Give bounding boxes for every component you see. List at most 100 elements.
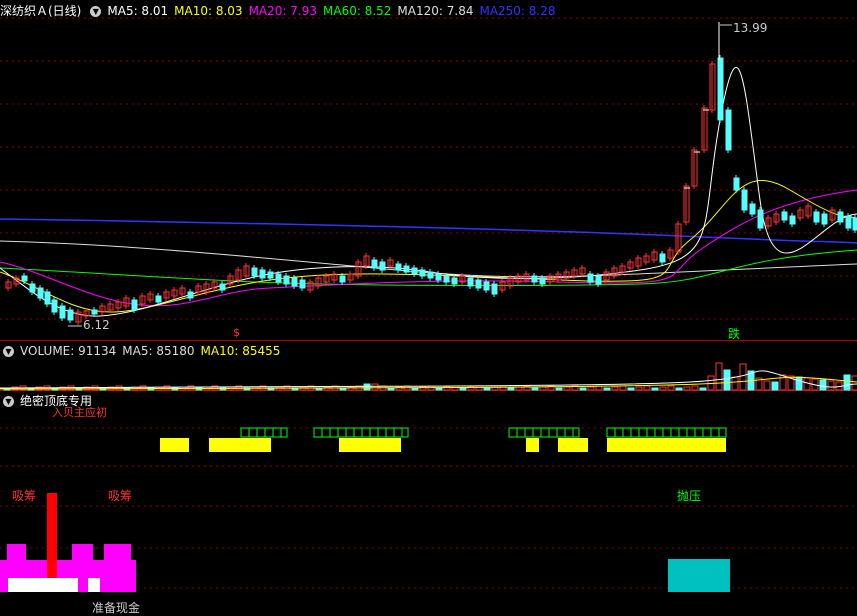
volume-bar xyxy=(627,387,635,391)
candlestick xyxy=(717,57,724,121)
ma250-line xyxy=(0,218,857,244)
volume-bar xyxy=(651,387,659,391)
candlestick xyxy=(443,275,450,283)
candlestick xyxy=(283,275,290,285)
pressure-label: 抛压 xyxy=(677,489,702,503)
volume-bar xyxy=(435,387,443,391)
volume-bar xyxy=(731,376,739,391)
chart-canvas[interactable] xyxy=(0,0,857,615)
volume-bar xyxy=(691,385,699,391)
volume-bar xyxy=(531,387,539,391)
yellow-signal-block xyxy=(607,438,726,452)
volume-bar xyxy=(723,369,731,391)
volume-bar xyxy=(363,383,371,391)
volume-bar xyxy=(611,386,619,391)
ma10-line xyxy=(0,180,857,313)
absorb-bar xyxy=(104,544,131,560)
candlestick xyxy=(435,273,442,281)
candlestick xyxy=(59,305,66,319)
candlestick xyxy=(733,177,740,191)
yellow-signal-block xyxy=(209,438,271,452)
green-signal-block xyxy=(508,427,580,438)
ma5-line xyxy=(0,66,857,317)
volume-bar xyxy=(387,387,395,391)
candlestick xyxy=(595,275,602,285)
candlestick xyxy=(37,287,44,299)
candlestick xyxy=(749,203,756,215)
volume-bar xyxy=(715,362,723,391)
candlestick xyxy=(371,259,378,269)
candlestick xyxy=(475,279,482,289)
absorb-white-block xyxy=(88,578,100,592)
green-signal-block xyxy=(606,427,727,438)
candlestick xyxy=(427,271,434,279)
volume-bar xyxy=(771,381,779,391)
candlestick xyxy=(587,273,594,283)
absorb-label: 吸筹 xyxy=(108,489,133,503)
volume-bar xyxy=(115,385,123,391)
volume-bar xyxy=(763,380,771,391)
volume-bar xyxy=(459,387,467,391)
volume-bar xyxy=(827,380,835,391)
volume-bar xyxy=(507,387,515,391)
candlestick xyxy=(467,277,474,287)
volume-bar xyxy=(539,386,547,391)
absorb-white-block xyxy=(8,578,22,592)
candlestick xyxy=(483,281,490,291)
candlestick xyxy=(451,277,458,285)
candlestick xyxy=(267,271,274,279)
candlestick xyxy=(275,273,282,283)
volume-bar xyxy=(619,385,627,391)
yellow-signal-block xyxy=(526,438,539,452)
absorb-white-block xyxy=(22,578,78,592)
volume-bar xyxy=(371,383,379,391)
ma20-line xyxy=(0,189,857,307)
candlestick xyxy=(67,309,74,321)
volume-bar xyxy=(411,387,419,391)
volume-bar xyxy=(587,386,595,391)
yellow-signal-block xyxy=(558,438,588,452)
candlestick xyxy=(131,299,138,311)
volume-bar xyxy=(563,386,571,391)
volume-bar xyxy=(739,363,747,391)
candlestick xyxy=(21,275,28,282)
candlestick xyxy=(411,267,418,275)
volume-bar xyxy=(675,387,683,391)
cash-label: 准备现金 xyxy=(92,601,141,615)
volume-bar xyxy=(163,385,171,391)
candlestick xyxy=(837,211,844,223)
candlestick xyxy=(251,267,258,277)
candlestick xyxy=(259,269,266,279)
candlestick xyxy=(789,215,796,225)
candlestick xyxy=(379,261,386,271)
absorb-label: 吸筹 xyxy=(12,489,37,503)
candlestick xyxy=(821,213,828,225)
candlestick xyxy=(741,189,748,211)
candlestick xyxy=(91,309,98,315)
absorb-bar xyxy=(72,544,93,560)
volume-bar xyxy=(603,387,611,391)
volume-bar xyxy=(635,386,643,391)
candlestick xyxy=(155,295,162,303)
absorb-bar xyxy=(7,544,26,560)
candlestick xyxy=(29,283,36,293)
candlestick xyxy=(219,283,226,291)
candlestick xyxy=(659,253,666,263)
volume-bar xyxy=(683,386,691,391)
candlestick xyxy=(531,275,538,283)
volume-bar xyxy=(139,385,147,391)
volume-bar xyxy=(475,385,483,391)
volume-bar xyxy=(91,385,99,391)
volume-bar xyxy=(595,385,603,391)
candlestick xyxy=(187,291,194,299)
pressure-block xyxy=(668,559,730,592)
candlestick xyxy=(725,109,732,151)
candlestick xyxy=(403,265,410,273)
yellow-signal-block xyxy=(160,438,189,452)
candlestick xyxy=(419,269,426,277)
volume-bar xyxy=(795,376,803,391)
volume-bar xyxy=(451,385,459,391)
volume-bar xyxy=(843,374,851,391)
yellow-signal-block xyxy=(339,438,401,452)
candlestick xyxy=(852,217,857,231)
